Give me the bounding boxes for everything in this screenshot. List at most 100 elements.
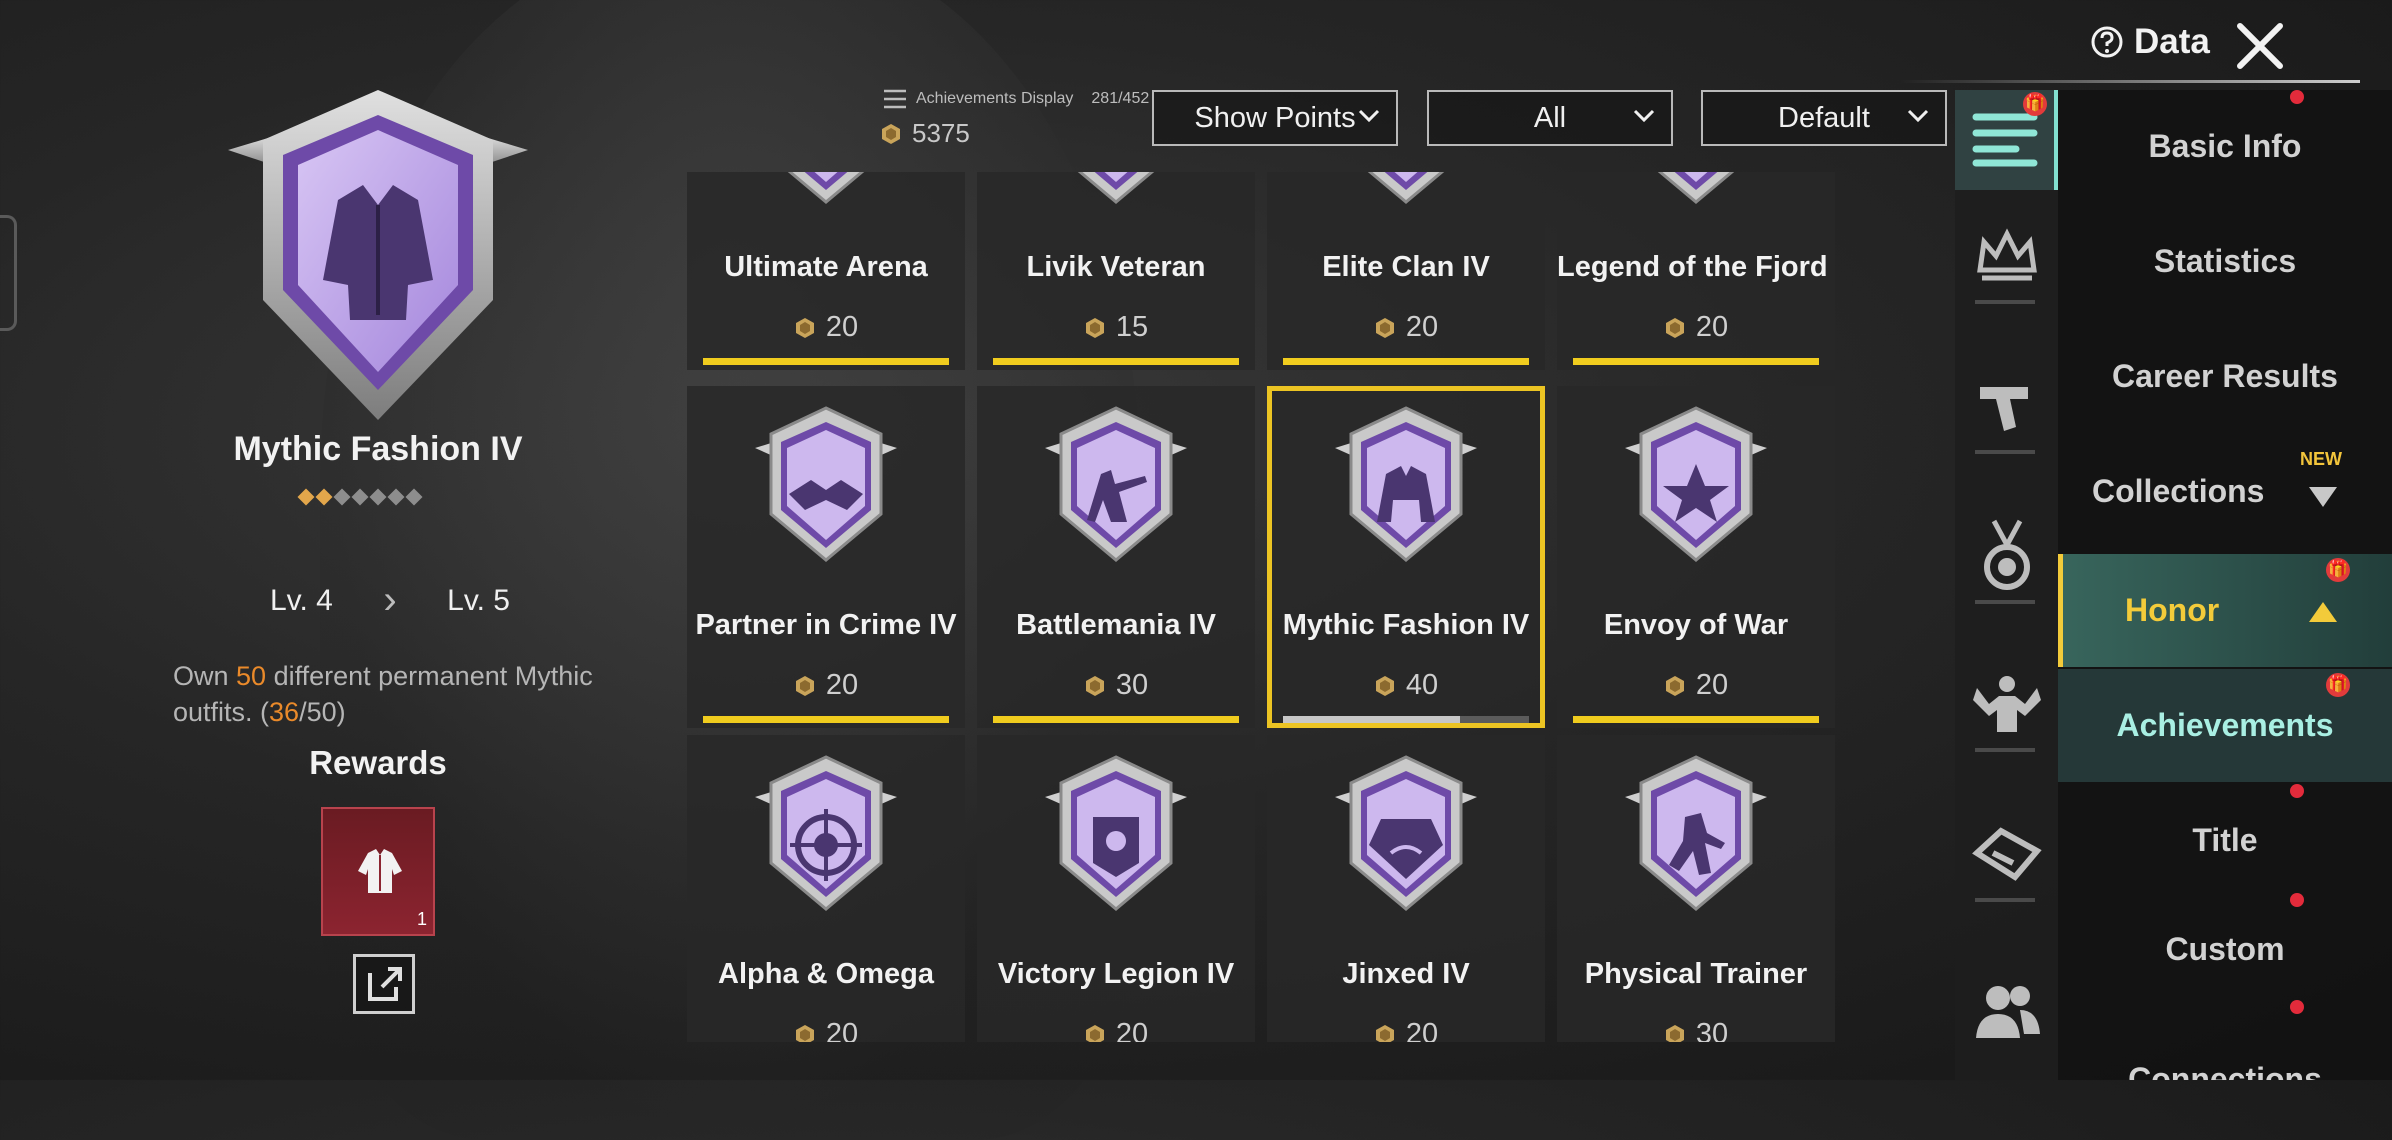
menu-career-results[interactable]: Career Results — [2058, 320, 2392, 433]
mythic-fashion-badge-large — [228, 90, 528, 420]
achievement-point-icon — [882, 123, 900, 144]
star-icon — [315, 488, 333, 506]
achievement-card-selected[interactable]: Mythic Fashion IV 40 — [1267, 386, 1545, 728]
notification-dot — [2290, 784, 2304, 798]
share-button[interactable] — [353, 954, 415, 1014]
achievement-grid[interactable]: Ultimate Arena 20 Livik Veteran 15 Elite C… — [687, 172, 1837, 1042]
achievement-card[interactable]: Battlemania IV 30 — [977, 386, 1255, 728]
achievement-badge-icon — [1367, 172, 1445, 204]
achievement-name: Partner in Crime IV — [695, 609, 957, 641]
progress-fill — [1283, 716, 1461, 723]
close-icon[interactable] — [2232, 18, 2288, 74]
achievement-card[interactable]: Elite Clan IV 20 — [1267, 172, 1545, 370]
progress-bar — [993, 358, 1239, 365]
rail-achievements-list[interactable]: 🎁 — [1955, 90, 2058, 190]
left-edge-tab[interactable] — [0, 215, 17, 331]
achievement-points: 30 — [977, 669, 1255, 702]
achievement-card[interactable]: Ultimate Arena 20 — [687, 172, 965, 370]
new-tag: NEW — [2300, 449, 2342, 469]
rail-crown[interactable] — [1955, 206, 2058, 306]
progress-fill — [993, 358, 1239, 365]
vehicle-icon — [1971, 827, 2042, 881]
menu-title[interactable]: Title — [2058, 784, 2392, 897]
menu-honor[interactable]: Honor 🎁 — [2058, 554, 2392, 667]
achievement-points: 40 — [1267, 669, 1545, 702]
rail-social[interactable] — [1955, 960, 2058, 1060]
level-progress: Lv. 4 › Lv. 5 — [270, 578, 510, 623]
rail-medal[interactable] — [1955, 506, 2058, 606]
star-icon — [405, 488, 423, 506]
menu-achievements[interactable]: Achievements 🎁 — [2058, 669, 2392, 782]
expand-icon — [2309, 487, 2337, 507]
help-icon — [2091, 26, 2123, 58]
menu-connections[interactable]: Connections — [2058, 1000, 2392, 1080]
collapse-icon — [2309, 602, 2337, 622]
achievement-point-icon — [795, 1024, 814, 1042]
achievement-points: 20 — [1557, 311, 1835, 344]
points-value: 20 — [1405, 311, 1439, 343]
achievement-name: Elite Clan IV — [1322, 251, 1490, 283]
show-points-dropdown[interactable]: Show Points — [1152, 90, 1398, 146]
points-value: 20 — [825, 669, 859, 701]
dropdown-label: All — [1533, 101, 1567, 134]
menu-basic-info[interactable]: Basic Info — [2058, 90, 2392, 203]
achievement-card[interactable]: Envoy of War 20 — [1557, 386, 1835, 728]
achievement-badge-icon — [1077, 172, 1155, 204]
achievement-point-icon — [1085, 317, 1104, 338]
achievement-name: Alpha & Omega — [718, 958, 934, 990]
rewards-title: Rewards — [309, 744, 447, 781]
progress-bar — [1283, 358, 1529, 365]
achievement-point-icon — [1665, 317, 1684, 338]
star-icon — [333, 488, 351, 506]
achievement-badge-icon — [1045, 406, 1187, 562]
achievements-display[interactable]: Achievements Display 281/452 — [882, 88, 1149, 110]
achievement-badge-icon — [1335, 755, 1477, 911]
star-icon — [297, 488, 315, 506]
rail-underline — [1975, 600, 2035, 604]
achievement-card[interactable]: Partner in Crime IV 20 — [687, 386, 965, 728]
list-icon — [884, 89, 906, 109]
achievement-card[interactable]: Physical Trainer 30 — [1557, 735, 1835, 1042]
achievement-name: Legend of the Fjord IV — [1557, 251, 1837, 283]
achievement-name: Livik Veteran — [1026, 251, 1206, 283]
menu-custom[interactable]: Custom — [2058, 893, 2392, 1006]
achievement-name: Envoy of War — [1603, 609, 1789, 641]
achievement-points: 20 — [687, 311, 965, 344]
points-total: 5375 — [880, 118, 970, 149]
menu-statistics[interactable]: Statistics — [2058, 205, 2392, 318]
achievement-point-icon — [1665, 1024, 1684, 1042]
achievement-card[interactable]: Victory Legion IV 20 — [977, 735, 1255, 1042]
notification-dot — [2290, 90, 2304, 104]
display-count: 281/452 — [1091, 90, 1150, 107]
achievement-points: 15 — [977, 311, 1255, 344]
data-button[interactable]: Data — [2090, 22, 2210, 62]
display-label: Achievements Display — [916, 90, 1074, 107]
rail-underline — [1975, 450, 2035, 454]
achievement-card[interactable]: Legend of the Fjord IV 20 — [1557, 172, 1837, 370]
sort-dropdown[interactable]: Default — [1701, 90, 1947, 146]
rail-vehicle[interactable] — [1955, 804, 2058, 904]
achievement-points: 20 — [1557, 669, 1835, 702]
achievement-card[interactable]: Jinxed IV 20 — [1267, 735, 1545, 1042]
filter-dropdown[interactable]: All — [1427, 90, 1673, 146]
achievement-card[interactable]: Livik Veteran 15 — [977, 172, 1255, 370]
points-value: 30 — [1695, 1018, 1729, 1042]
points-value: 40 — [1405, 669, 1439, 701]
rail-fitness[interactable] — [1955, 654, 2058, 754]
reward-item[interactable]: 1 — [321, 807, 435, 936]
medal-icon — [1983, 519, 2030, 590]
achievement-card[interactable]: Alpha & Omega 20 — [687, 735, 965, 1042]
crown-icon — [1976, 228, 2037, 281]
points-value: 20 — [1695, 311, 1729, 343]
rail-weapon[interactable] — [1955, 356, 2058, 456]
progress-bar — [993, 716, 1239, 723]
achievement-point-icon — [1085, 675, 1104, 696]
achievement-point-icon — [1085, 1024, 1104, 1042]
achievement-name: Ultimate Arena — [724, 251, 928, 283]
achievement-description: Own 50 different permanent Mythic outfit… — [173, 661, 593, 727]
achievement-name: Physical Trainer — [1584, 958, 1808, 990]
progress-fill — [703, 716, 949, 723]
points-value: 20 — [1115, 1018, 1149, 1042]
pistol-icon — [1979, 387, 2028, 431]
menu-collections[interactable]: Collections NEW — [2058, 435, 2392, 548]
